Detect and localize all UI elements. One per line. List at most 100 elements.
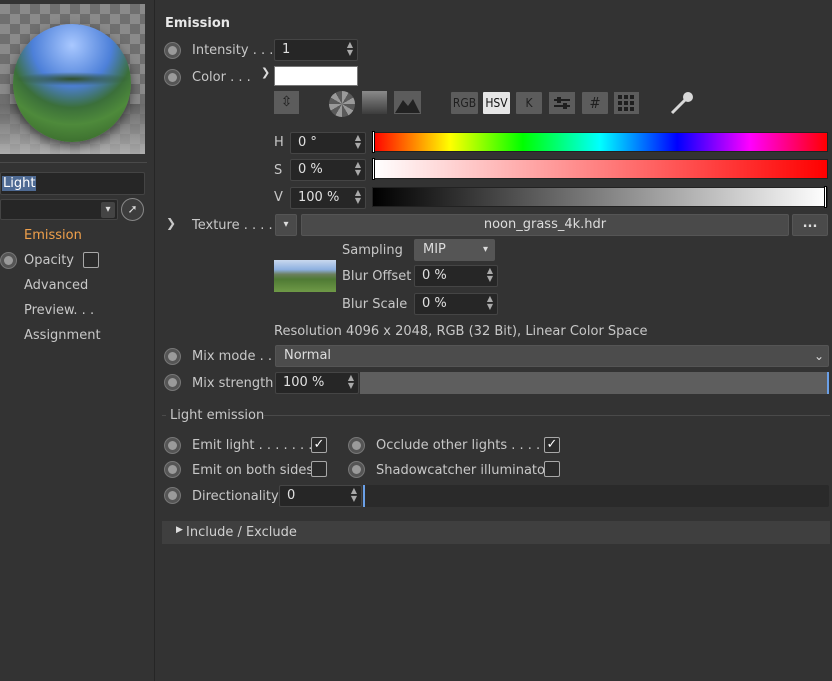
preview-sphere-horizon — [13, 72, 131, 86]
mode-hsv-button[interactable]: HSV — [483, 92, 510, 114]
stepper-arrows-icon[interactable]: ▲ ▼ — [353, 161, 363, 179]
blur-offset-label: Blur Offset — [342, 269, 412, 284]
mixer-sliders-icon[interactable] — [549, 92, 575, 114]
saturation-slider[interactable] — [372, 159, 828, 179]
sliders-glyph — [554, 97, 570, 109]
value-value: 100 % — [298, 190, 340, 205]
image-picker-icon[interactable] — [394, 91, 421, 114]
saturation-label: S — [274, 163, 283, 178]
chevron-down-icon: ▾ — [101, 202, 115, 218]
swatch-grid-icon[interactable] — [614, 92, 639, 114]
texture-menu-chevron-icon[interactable]: ▾ — [275, 214, 297, 236]
pointer-pick-icon[interactable]: ➚ — [121, 198, 144, 221]
expand-triangle-icon: ▶ — [176, 525, 183, 535]
color-animate-radio[interactable] — [164, 69, 181, 86]
blur-offset-value: 0 % — [422, 268, 447, 283]
color-swatch[interactable] — [274, 66, 358, 86]
directionality-field[interactable]: 0 ▲ ▼ — [279, 485, 362, 507]
hue-slider[interactable] — [372, 132, 828, 152]
include-exclude-section[interactable]: ▶ Include / Exclude — [162, 521, 830, 544]
material-dropdown[interactable]: ▾ — [0, 199, 118, 220]
shadowcatcher-checkbox[interactable] — [544, 461, 560, 477]
both-sides-checkbox[interactable] — [311, 461, 327, 477]
directionality-animate-radio[interactable] — [164, 487, 181, 504]
shadowcatcher-animate-radio[interactable] — [348, 461, 365, 478]
occlude-animate-radio[interactable] — [348, 437, 365, 454]
stepper-arrows-icon[interactable]: ▲ ▼ — [353, 134, 363, 152]
saturation-field[interactable]: 0 % ▲ ▼ — [290, 159, 366, 181]
sidebar-item-opacity[interactable]: Opacity — [24, 253, 74, 268]
mode-hex-button[interactable]: # — [582, 92, 608, 114]
texture-browse-button[interactable]: ... — [792, 214, 828, 236]
gradient-spectrum-icon[interactable] — [362, 91, 387, 114]
mountain-icon — [395, 99, 420, 113]
sidebar-item-preview[interactable]: Preview. . . — [24, 303, 94, 318]
light-emission-title: Light emission — [170, 408, 265, 423]
blur-offset-field[interactable]: 0 % ▲ ▼ — [414, 265, 498, 287]
directionality-label: Directionality — [192, 489, 279, 504]
intensity-animate-radio[interactable] — [164, 42, 181, 59]
directionality-handle[interactable] — [363, 485, 365, 507]
value-label: V — [274, 190, 283, 205]
mix-strength-field[interactable]: 100 % ▲ ▼ — [275, 372, 359, 394]
hue-field[interactable]: 0 ° ▲ ▼ — [290, 132, 366, 154]
mix-strength-handle[interactable] — [827, 372, 829, 394]
emission-title: Emission — [165, 16, 230, 31]
stepper-arrows-icon[interactable]: ▲ ▼ — [345, 41, 355, 59]
blur-scale-field[interactable]: 0 % ▲ ▼ — [414, 293, 498, 315]
color-label: Color . . . — [192, 70, 251, 85]
stepper-arrows-icon[interactable]: ▲ ▼ — [485, 267, 495, 285]
mode-rgb-button[interactable]: RGB — [451, 92, 478, 114]
mix-mode-value: Normal — [284, 348, 332, 363]
intensity-field[interactable]: 1 ▲ ▼ — [274, 39, 358, 61]
stepper-arrows-icon[interactable]: ▲ ▼ — [349, 487, 359, 505]
mix-mode-dropdown[interactable]: Normal ⌄ — [275, 345, 829, 367]
stepper-arrows-icon[interactable]: ▲ ▼ — [485, 295, 495, 313]
sidebar-item-advanced[interactable]: Advanced — [24, 278, 88, 293]
texture-file-button[interactable]: noon_grass_4k.hdr — [301, 214, 789, 236]
both-sides-animate-radio[interactable] — [164, 461, 181, 478]
material-name-input[interactable]: Light — [0, 172, 145, 195]
intensity-value: 1 — [282, 42, 291, 57]
color-wheel-icon[interactable] — [329, 91, 355, 117]
mix-strength-value: 100 % — [283, 375, 325, 390]
value-field[interactable]: 100 % ▲ ▼ — [290, 187, 366, 209]
stepper-arrows-icon[interactable]: ▲ ▼ — [346, 374, 356, 392]
shadowcatcher-label: Shadowcatcher illuminator — [376, 463, 551, 478]
opacity-channel-radio[interactable] — [0, 252, 17, 269]
material-preview[interactable] — [0, 4, 145, 154]
texture-label: Texture . . . . — [192, 218, 273, 233]
directionality-slider[interactable] — [363, 485, 829, 507]
sampling-dropdown[interactable]: MIP ▾ — [414, 239, 495, 261]
value-slider[interactable] — [372, 187, 828, 207]
compress-icon[interactable]: ⇳ — [274, 91, 299, 114]
chevron-down-icon: ▾ — [482, 244, 488, 255]
texture-expand-chevron-icon[interactable]: ❯ — [166, 216, 176, 230]
mix-mode-label: Mix mode . . — [192, 349, 273, 364]
include-exclude-label: Include / Exclude — [186, 525, 297, 540]
color-expand-chevron-icon[interactable]: ❯ — [261, 66, 270, 79]
material-sidebar: Light ▾ ➚ Emission Opacity Advanced Prev… — [0, 0, 155, 681]
group-divider-left — [162, 415, 166, 416]
occlude-checkbox[interactable]: ✓ — [544, 437, 560, 453]
opacity-checkbox[interactable] — [83, 252, 99, 268]
mix-strength-slider[interactable] — [360, 372, 829, 394]
stepper-arrows-icon[interactable]: ▲ ▼ — [353, 189, 363, 207]
sidebar-item-emission[interactable]: Emission — [24, 228, 82, 243]
saturation-value: 0 % — [298, 162, 323, 177]
eyedropper-icon[interactable] — [668, 89, 696, 117]
mix-strength-fill — [360, 372, 829, 394]
texture-thumbnail[interactable] — [274, 260, 336, 292]
mix-strength-animate-radio[interactable] — [164, 374, 181, 391]
directionality-value: 0 — [287, 488, 296, 503]
emit-light-checkbox[interactable]: ✓ — [311, 437, 327, 453]
material-name-text: Light — [2, 176, 37, 191]
emit-light-animate-radio[interactable] — [164, 437, 181, 454]
saturation-slider-handle[interactable] — [372, 158, 375, 180]
resolution-info: Resolution 4096 x 2048, RGB (32 Bit), Li… — [274, 324, 648, 339]
mix-mode-animate-radio[interactable] — [164, 348, 181, 365]
sidebar-item-assignment[interactable]: Assignment — [24, 328, 101, 343]
mode-kelvin-button[interactable]: K — [516, 92, 542, 114]
hue-slider-handle[interactable] — [372, 131, 375, 153]
value-slider-handle[interactable] — [824, 186, 827, 208]
